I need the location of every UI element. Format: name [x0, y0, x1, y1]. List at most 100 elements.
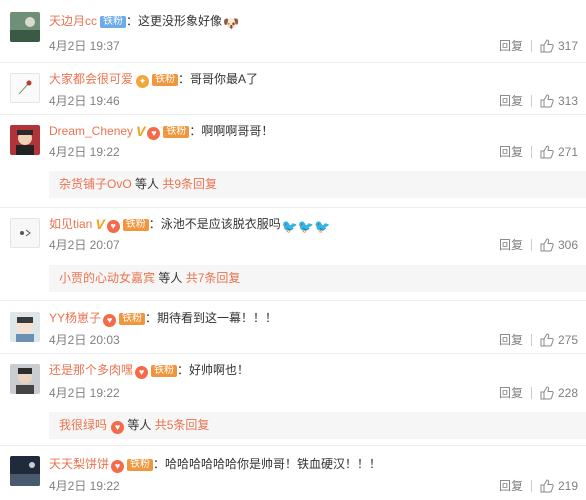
subreplies-bar[interactable]: 杂货铺子OvO 等人 共9条回复 — [49, 171, 586, 198]
comment-username[interactable]: Dream_Cheney — [49, 124, 133, 138]
like-thumb-icon — [540, 333, 554, 351]
fan-badge[interactable]: 铁粉 — [122, 219, 149, 231]
fan-badge[interactable]: 铁粉 — [163, 126, 190, 138]
subreply-more-link[interactable]: 共9条回复 — [162, 177, 217, 191]
divider — [530, 480, 532, 492]
comment-time: 4月2日 19:22 — [49, 145, 120, 159]
reply-button[interactable]: 回复 — [499, 145, 523, 159]
like-button[interactable]: 275 — [540, 333, 578, 347]
comment-username[interactable]: 天天梨饼饼 — [49, 457, 109, 471]
comment-username[interactable]: 如见tian — [49, 217, 92, 231]
comment-item: Dream_Cheney V ♥ 铁粉 ：啊啊啊哥哥！ 4月2日 19:22 回复 271… — [0, 114, 586, 208]
reply-button[interactable]: 回复 — [499, 479, 523, 493]
comment-item: 天边月cc 铁粉 ：这更没形象好像🐶 4月2日 19:37 回复 317 — [0, 0, 586, 62]
reply-button[interactable]: 回复 — [499, 238, 523, 252]
comment-item: YY杨崽子 ♥ 铁粉 ：期待看到这一幕！！！ 4月2日 20:03 回复 275 — [0, 300, 586, 354]
like-count: 219 — [557, 479, 578, 493]
comment-item: 如见tian V ♥ 铁粉 ：泳池不是应该脱衣服吗🐦🐦🐦 4月2日 20:07 回复 30… — [0, 207, 586, 301]
divider — [530, 40, 532, 52]
like-count: 317 — [557, 39, 578, 53]
subreply-more-link[interactable]: 共7条回复 — [186, 271, 241, 285]
comment-text: ：泳池不是应该脱衣服吗 — [148, 217, 281, 231]
comment-text: ：好帅啊也！ — [177, 363, 250, 377]
like-count: 228 — [557, 386, 578, 400]
divider — [530, 146, 532, 158]
comment-text: ：哈哈哈哈哈哈你是帅哥！铁血硬汉！！！ — [153, 457, 382, 471]
comment-text: ：哥哥你最A了 — [178, 72, 259, 86]
comment-item: 还是那个多肉嘿 ♥ 铁粉 ：好帅啊也！ 4月2日 19:22 回复 228 我很绿吗 ♥ … — [0, 353, 586, 446]
comment-time: 4月2日 19:37 — [49, 39, 120, 53]
reply-button[interactable]: 回复 — [499, 94, 523, 108]
subreplies-bar[interactable]: 我很绿吗 ♥ 等人 共5条回复 — [49, 412, 586, 439]
like-thumb-icon — [540, 145, 554, 163]
comment-item: 大家都会很可爱 ✦ 铁粉 ：哥哥你最A了 4月2日 19:46 回复 313 — [0, 62, 586, 115]
avatar[interactable] — [10, 456, 40, 486]
verified-v-icon[interactable]: V — [136, 122, 145, 140]
avatar[interactable] — [10, 218, 40, 248]
comment-time: 4月2日 20:03 — [49, 333, 120, 347]
fan-badge[interactable]: 铁粉 — [152, 74, 179, 86]
reply-button[interactable]: 回复 — [499, 39, 523, 53]
avatar[interactable] — [10, 125, 40, 155]
avatar[interactable] — [10, 73, 40, 103]
like-thumb-icon — [540, 238, 554, 256]
comment-text: ：啊啊啊哥哥！ — [189, 124, 274, 138]
subreply-more-link[interactable]: 共5条回复 — [155, 418, 210, 432]
vip-icon[interactable]: ♥ — [106, 220, 120, 233]
comment-username[interactable]: 天边月cc — [49, 14, 97, 28]
subreply-mid: 等人 — [155, 271, 186, 285]
vip-icon[interactable]: ♥ — [111, 421, 125, 434]
fan-badge[interactable]: 铁粉 — [100, 16, 127, 28]
subreplies-bar[interactable]: 小贾的心动女嘉宾 等人 共7条回复 — [49, 265, 586, 292]
divider — [530, 387, 532, 399]
comment-username[interactable]: YY杨崽子 — [49, 311, 101, 325]
like-button[interactable]: 219 — [540, 479, 578, 493]
like-button[interactable]: 317 — [540, 39, 578, 53]
like-count: 306 — [557, 238, 578, 252]
like-count: 275 — [557, 333, 578, 347]
fan-medal-icon[interactable]: ✦ — [136, 75, 150, 88]
like-thumb-icon — [540, 479, 554, 497]
subreply-mid: 等人 — [131, 177, 163, 191]
avatar[interactable] — [10, 12, 40, 42]
vip-icon[interactable]: ♥ — [135, 366, 149, 379]
subreply-user[interactable]: 我很绿吗 — [59, 418, 107, 432]
subreply-mid: 等人 — [124, 418, 155, 432]
divider — [530, 334, 532, 346]
comment-list: 天边月cc 铁粉 ：这更没形象好像🐶 4月2日 19:37 回复 317 大家都会很可… — [0, 0, 586, 499]
emoji: 🐦🐦🐦 — [281, 219, 331, 234]
reply-button[interactable]: 回复 — [499, 333, 523, 347]
like-count: 313 — [557, 94, 578, 108]
like-count: 271 — [557, 145, 578, 159]
like-thumb-icon — [540, 94, 554, 112]
reply-button[interactable]: 回复 — [499, 386, 523, 400]
subreply-user[interactable]: 杂货铺子OvO — [59, 177, 132, 191]
comment-time: 4月2日 19:22 — [49, 479, 120, 493]
comment-time: 4月2日 20:07 — [49, 238, 120, 252]
emoji: 🐶 — [223, 16, 240, 31]
vip-icon[interactable]: ♥ — [147, 127, 161, 140]
comment-time: 4月2日 19:46 — [49, 94, 120, 108]
comment-text: ：这更没形象好像 — [126, 14, 223, 28]
like-button[interactable]: 313 — [540, 94, 578, 108]
vip-icon[interactable]: ♥ — [111, 460, 125, 473]
comment-username[interactable]: 大家都会很可爱 — [49, 72, 133, 86]
like-button[interactable]: 228 — [540, 386, 578, 400]
avatar[interactable] — [10, 364, 40, 394]
divider — [530, 239, 532, 251]
vip-icon[interactable]: ♥ — [103, 314, 117, 327]
like-button[interactable]: 306 — [540, 238, 578, 252]
verified-v-icon[interactable]: V — [95, 215, 104, 233]
fan-badge[interactable]: 铁粉 — [151, 365, 178, 377]
subreply-user[interactable]: 小贾的心动女嘉宾 — [59, 271, 155, 285]
comment-text: ：期待看到这一幕！！！ — [145, 311, 278, 325]
avatar[interactable] — [10, 312, 40, 342]
like-thumb-icon — [540, 39, 554, 57]
divider — [530, 95, 532, 107]
fan-badge[interactable]: 铁粉 — [119, 313, 146, 325]
like-thumb-icon — [540, 386, 554, 404]
fan-badge[interactable]: 铁粉 — [127, 459, 154, 471]
comment-time: 4月2日 19:22 — [49, 386, 120, 400]
like-button[interactable]: 271 — [540, 145, 578, 159]
comment-username[interactable]: 还是那个多肉嘿 — [49, 363, 133, 377]
